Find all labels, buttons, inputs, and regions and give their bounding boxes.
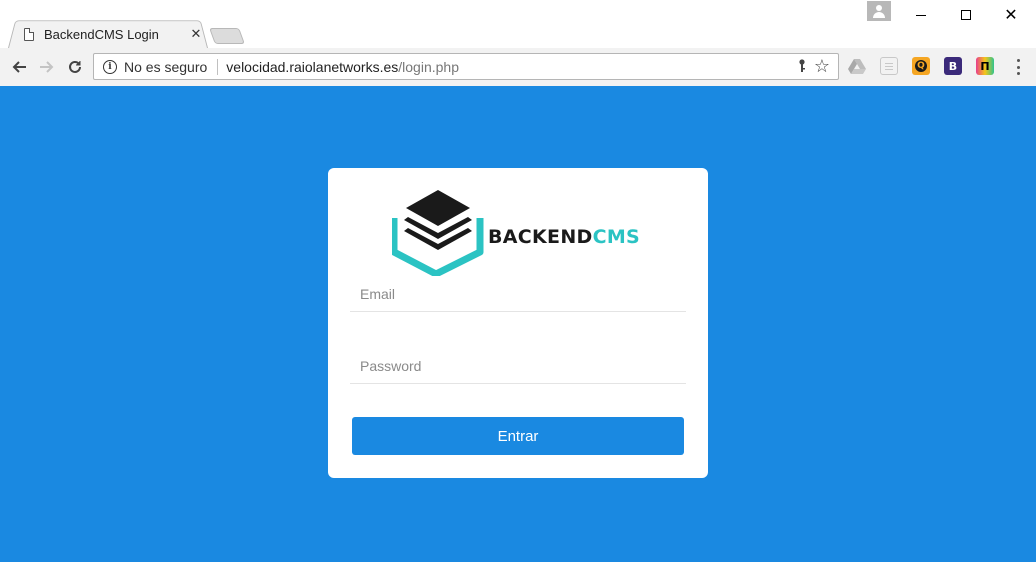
password-field[interactable] [350,348,686,384]
back-arrow-icon [12,61,26,73]
logo-text: BACKENDCMS [488,226,640,248]
divider [217,58,219,75]
orange-extension-icon[interactable]: Q [912,57,930,75]
minimize-button[interactable] [898,0,944,30]
forward-button[interactable] [34,54,60,80]
document-icon[interactable] [880,57,898,75]
key-icon[interactable] [798,59,806,77]
security-status[interactable]: No es seguro [124,59,207,75]
logo-text-accent: CMS [592,226,641,248]
url-host[interactable]: velocidad.raiolanetworks.es [226,59,398,75]
tab-title[interactable]: BackendCMS Login [44,27,188,42]
close-icon: ✕ [1004,5,1018,24]
logo-text-dark: BACKEND [488,226,593,248]
menu-icon[interactable] [1010,57,1026,77]
email-field[interactable] [350,276,686,312]
page-background: BACKENDCMS Entrar [0,86,1036,562]
google-drive-icon[interactable] [848,57,866,75]
info-icon[interactable]: i [103,59,117,74]
title-bar: BackendCMS Login ✕ ✕ [0,0,1036,48]
submit-button[interactable]: Entrar [352,417,684,455]
logo: BACKENDCMS [390,190,652,278]
profile-icon[interactable] [867,1,891,21]
address-bar[interactable]: i No es seguro velocidad.raiolanetworks.… [93,53,839,80]
login-card: BACKENDCMS Entrar [328,168,708,478]
back-button[interactable] [6,54,32,80]
browser-chrome: BackendCMS Login ✕ ✕ i No es seguro velo… [0,0,1036,86]
bookmark-star-icon[interactable]: ☆ [814,56,830,77]
minimize-icon [916,14,926,16]
tab-content[interactable]: BackendCMS Login ✕ [24,22,204,46]
b-extension-icon[interactable]: B [944,57,962,75]
reload-icon [69,60,81,73]
page-icon [24,27,34,41]
new-tab-button[interactable] [209,28,245,44]
maximize-icon [961,10,971,20]
maximize-button[interactable] [943,0,989,30]
forward-arrow-icon [40,61,54,73]
tab-close-icon[interactable]: ✕ [188,27,204,42]
url-path[interactable]: /login.php [398,59,459,75]
browser-toolbar: i No es seguro velocidad.raiolanetworks.… [0,48,1036,86]
close-window-button[interactable]: ✕ [988,0,1034,30]
reload-button[interactable] [62,54,88,80]
layers-logo-icon [390,190,484,278]
p-extension-icon[interactable]: П [976,57,994,75]
